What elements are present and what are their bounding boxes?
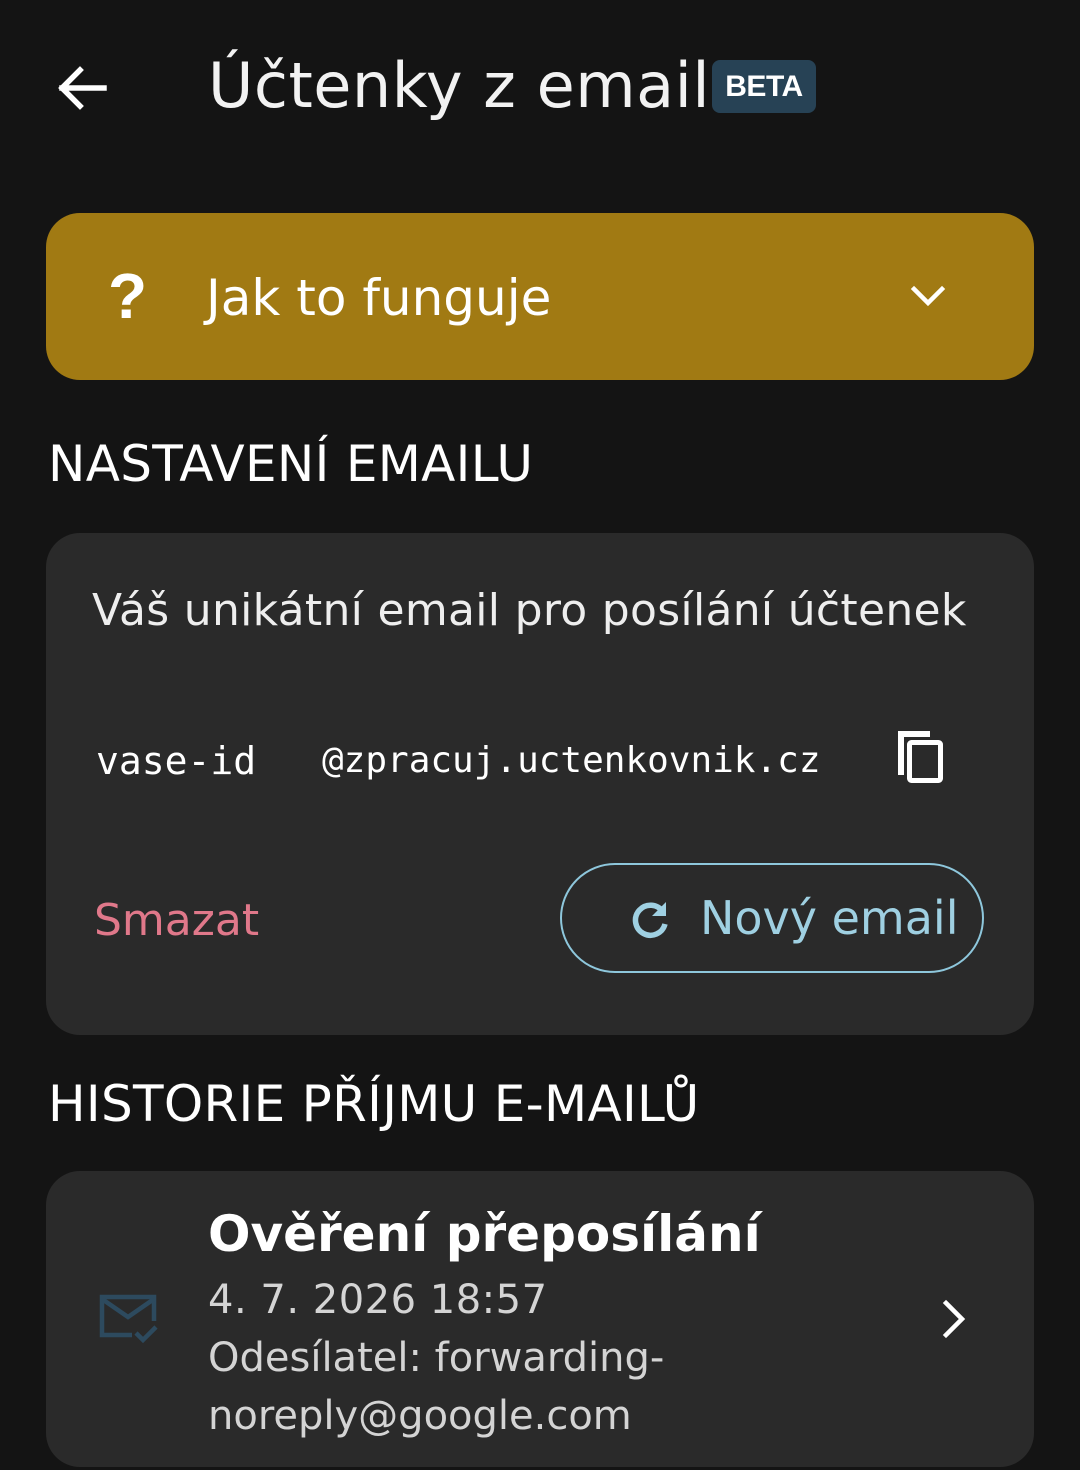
history-item-date: 4. 7. 2026 18:57 [208, 1277, 548, 1323]
email-caption: Váš unikátní email pro posílání účtenek [92, 585, 967, 636]
page-title: Účtenky z emailu [208, 49, 750, 122]
question-icon: ? [108, 260, 148, 332]
history-heading: HISTORIE PŘÍJMU E-MAILŮ [48, 1075, 700, 1133]
arrow-left-icon [58, 66, 107, 110]
back-button[interactable] [46, 52, 118, 124]
new-email-button[interactable]: Nový email [560, 863, 984, 973]
refresh-icon [632, 902, 668, 938]
email-settings-heading: NASTAVENÍ EMAILU [48, 435, 534, 493]
new-email-label: Nový email [700, 891, 959, 945]
how-it-works-label: Jak to funguje [206, 269, 552, 327]
how-it-works-toggle[interactable]: ? Jak to funguje [46, 213, 1034, 380]
mail-check-icon [99, 1294, 158, 1344]
copy-icon[interactable] [886, 723, 956, 799]
chevron-down-icon [910, 285, 946, 307]
email-domain: @zpracuj.uctenkovnik.cz [322, 740, 821, 781]
page: Účtenky z emailu BETA ? Jak to funguje N… [0, 0, 1080, 1470]
delete-button[interactable]: Smazat [94, 891, 259, 951]
history-item-sender: Odesílatel: forwarding-noreply@google.co… [208, 1335, 665, 1439]
history-item-title: Ověření přeposílání [208, 1205, 761, 1263]
beta-badge: BETA [712, 60, 816, 113]
email-id: vase-id [96, 739, 257, 783]
history-item[interactable]: Ověření přeposílání 4. 7. 2026 18:57 Ode… [46, 1171, 1034, 1467]
email-settings-card: Váš unikátní email pro posílání účtenek … [46, 533, 1034, 1035]
chevron-right-icon [942, 1299, 966, 1339]
